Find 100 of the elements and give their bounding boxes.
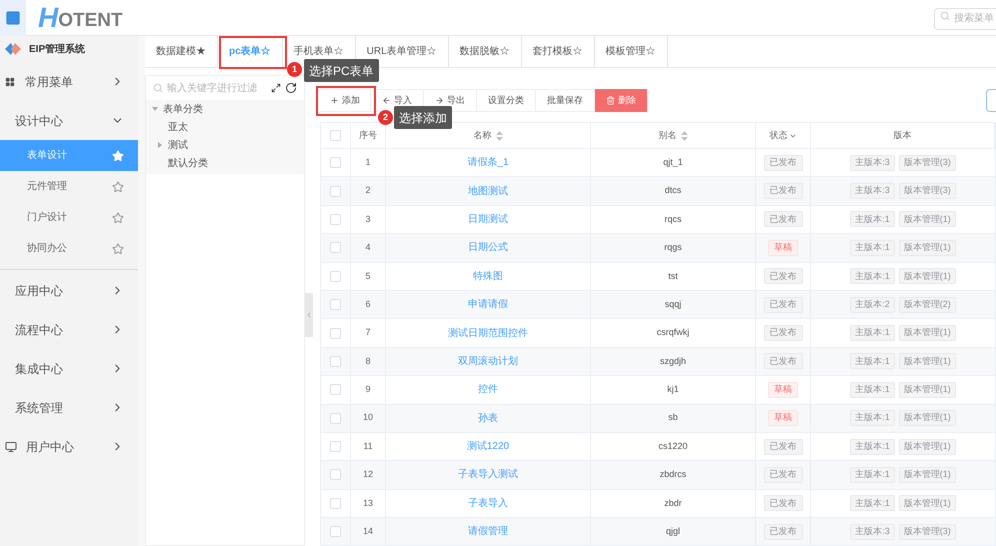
checkbox[interactable] — [330, 157, 341, 168]
table-row[interactable]: 12 子表导入测试 zbdrcs 已发布 主版本:1 版本管理(1) — [321, 461, 995, 490]
checkbox[interactable] — [330, 299, 341, 310]
checkbox[interactable] — [330, 412, 341, 424]
version-manage-button[interactable]: 版本管理(1) — [898, 353, 956, 370]
sidebar-item[interactable]: 系统管理 — [0, 388, 138, 427]
sidebar-item[interactable]: 常用菜单 — [0, 62, 138, 101]
checkbox[interactable] — [330, 384, 341, 396]
table-row[interactable]: 5 特殊图 tst 已发布 主版本:1 版本管理(1) — [321, 262, 995, 291]
table-row[interactable]: 10 孙表 sb 草稿 主版本:1 版本管理(1) — [321, 404, 995, 433]
form-name-link[interactable]: 测试日期范围控件 — [448, 326, 528, 341]
table-row[interactable]: 1 请假条_1 qjt_1 已发布 主版本:3 版本管理(3) — [321, 149, 995, 178]
form-name-link[interactable]: 测试1220 — [466, 439, 510, 454]
expand-icon[interactable] — [271, 83, 281, 93]
checkbox[interactable] — [330, 186, 341, 197]
form-name-link[interactable]: 子表导入测试 — [458, 467, 518, 482]
form-name-link[interactable]: 子表导入 — [468, 496, 508, 511]
checkbox[interactable] — [330, 526, 341, 538]
main-version-button[interactable]: 主版本:1 — [850, 268, 895, 284]
version-manage-button[interactable]: 版本管理(3) — [898, 524, 956, 540]
toolbar-button[interactable]: 设置分类 — [477, 89, 536, 112]
tree-node[interactable]: 测试 — [146, 136, 304, 154]
checkbox[interactable] — [330, 270, 341, 282]
submenu-item[interactable]: 元件管理 — [0, 171, 138, 202]
star-icon[interactable] — [112, 242, 124, 254]
form-name-link[interactable]: 地图测试 — [468, 184, 508, 199]
filter-field[interactable]: 输入关键字进行过滤 — [167, 80, 267, 96]
version-manage-button[interactable]: 版本管理(1) — [898, 438, 956, 455]
search-field[interactable]: 搜索菜单 — [934, 8, 996, 30]
sidebar-item[interactable]: 用户中心 — [0, 427, 138, 466]
version-manage-button[interactable]: 版本管理(1) — [898, 382, 956, 398]
version-manage-button[interactable]: 版本管理(1) — [898, 240, 956, 256]
tree-node[interactable]: 默认分类 — [146, 154, 304, 172]
version-manage-button[interactable]: 版本管理(1) — [898, 410, 956, 426]
form-name-link[interactable]: 日期测试 — [468, 212, 508, 227]
tree-node[interactable]: 亚太 — [146, 118, 304, 136]
version-manage-button[interactable]: 版本管理(1) — [898, 325, 956, 342]
table-row[interactable]: 14 请假管理 qjgl 已发布 主版本:3 版本管理(3) — [321, 518, 995, 546]
version-manage-button[interactable]: 版本管理(1) — [898, 495, 956, 512]
form-name-link[interactable]: 申请请假 — [468, 297, 508, 312]
toolbar-button[interactable] — [986, 89, 996, 112]
checkbox[interactable] — [330, 130, 341, 141]
main-version-button[interactable]: 主版本:1 — [850, 382, 895, 398]
table-row[interactable]: 9 控件 kj1 草稿 主版本:1 版本管理(1) — [321, 376, 995, 405]
table-row[interactable]: 3 日期测试 rqcs 已发布 主版本:1 版本管理(1) — [321, 206, 995, 234]
submenu-item[interactable]: 表单设计 — [0, 140, 138, 171]
form-name-link[interactable]: 特殊图 — [473, 268, 503, 284]
toolbar-button[interactable]: 添加 — [320, 89, 371, 112]
sort-icon[interactable] — [680, 130, 688, 140]
version-manage-button[interactable]: 版本管理(3) — [898, 154, 956, 171]
form-name-link[interactable]: 控件 — [478, 382, 498, 398]
table-row[interactable]: 8 双周滚动计划 szgdjh 已发布 主版本:1 版本管理(1) — [321, 348, 995, 376]
main-version-button[interactable]: 主版本:3 — [850, 524, 895, 540]
sidebar-item[interactable]: 流程中心 — [0, 310, 138, 349]
checkbox[interactable] — [330, 214, 341, 225]
checkbox[interactable] — [330, 242, 341, 254]
sidebar-item[interactable]: 应用中心 — [0, 271, 138, 310]
main-version-button[interactable]: 主版本:1 — [850, 325, 895, 342]
version-manage-button[interactable]: 版本管理(1) — [898, 268, 956, 284]
collapse-handle[interactable] — [305, 293, 313, 337]
toolbar-button[interactable]: 批量保存 — [536, 89, 595, 112]
submenu-item[interactable]: 协同办公 — [0, 233, 138, 264]
star-icon[interactable] — [112, 180, 124, 192]
version-manage-button[interactable]: 版本管理(2) — [898, 296, 956, 313]
main-version-button[interactable]: 主版本:1 — [850, 495, 895, 512]
checkbox[interactable] — [330, 356, 341, 367]
delete-button[interactable]: 删除 — [595, 89, 648, 112]
main-version-button[interactable]: 主版本:1 — [850, 438, 895, 455]
form-name-link[interactable]: 请假条_1 — [467, 155, 509, 170]
checkbox[interactable] — [330, 328, 341, 339]
checkbox[interactable] — [330, 469, 341, 480]
submenu-item[interactable]: 门户设计 — [0, 202, 138, 233]
table-row[interactable]: 6 申请请假 sqqj 已发布 主版本:2 版本管理(2) — [321, 290, 995, 320]
tree-node[interactable]: 表单分类 — [146, 100, 304, 118]
version-manage-button[interactable]: 版本管理(1) — [898, 466, 956, 483]
version-manage-button[interactable]: 版本管理(1) — [898, 211, 956, 228]
table-row[interactable]: 2 地图测试 dtcs 已发布 主版本:3 版本管理(3) — [321, 177, 995, 206]
main-version-button[interactable]: 主版本:1 — [850, 240, 895, 256]
table-row[interactable]: 11 测试1220 cs1220 已发布 主版本:1 版本管理(1) — [321, 432, 995, 462]
sidebar-item[interactable]: 设计中心 — [0, 101, 138, 140]
main-version-button[interactable]: 主版本:2 — [850, 296, 895, 313]
table-row[interactable]: 4 日期公式 rqgs 草稿 主版本:1 版本管理(1) — [321, 234, 995, 263]
sidebar-item[interactable]: 集成中心 — [0, 349, 138, 388]
version-manage-button[interactable]: 版本管理(3) — [898, 183, 956, 200]
main-version-button[interactable]: 主版本:3 — [850, 154, 895, 171]
star-icon[interactable] — [112, 212, 124, 224]
main-version-button[interactable]: 主版本:3 — [850, 183, 895, 200]
main-version-button[interactable]: 主版本:1 — [850, 410, 895, 426]
checkbox[interactable] — [330, 441, 341, 452]
table-row[interactable]: 13 子表导入 zbdr 已发布 主版本:1 版本管理(1) — [321, 490, 995, 518]
sort-icon[interactable] — [496, 130, 502, 140]
form-name-link[interactable]: 孙表 — [478, 410, 498, 426]
checkbox[interactable] — [330, 498, 341, 509]
main-version-button[interactable]: 主版本:1 — [850, 211, 895, 228]
main-version-button[interactable]: 主版本:1 — [850, 353, 895, 370]
form-name-link[interactable]: 双周滚动计划 — [458, 354, 518, 369]
sidebar-toggle[interactable] — [0, 0, 26, 36]
form-name-link[interactable]: 请假管理 — [468, 524, 508, 540]
main-version-button[interactable]: 主版本:1 — [850, 466, 895, 483]
refresh-icon[interactable] — [285, 82, 297, 94]
